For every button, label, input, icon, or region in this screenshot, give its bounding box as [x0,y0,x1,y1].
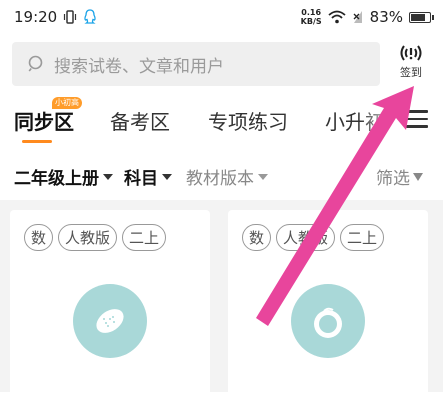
screen-filter-button[interactable]: 筛选 [376,164,423,189]
vibrate-icon [64,10,77,24]
tab-badge: 小初高 [52,97,82,109]
tab-special-practice[interactable]: 专项练习 [208,106,288,135]
subject-filter[interactable]: 科目 [124,164,172,189]
search-row: 搜索试卷、文章和用户 签到 [0,36,443,96]
status-bar: 19:20 0.16 KB/S 83% [0,0,443,34]
card-tags: 数 人教版 二上 [242,224,385,251]
battery-icon [409,11,434,23]
edition-filter[interactable]: 教材版本 [186,164,268,189]
ring-icon [314,307,342,338]
search-icon [28,55,43,72]
battery-percent: 83% [369,8,403,26]
tab-exam-prep[interactable]: 备考区 [110,106,170,135]
search-input[interactable]: 搜索试卷、文章和用户 [12,42,380,86]
category-tabs: 同步区 小初高 备考区 专项练习 小升初 [0,96,443,146]
tab-scroll-fade [360,96,406,146]
signin-label: 签到 [400,66,422,79]
grade-filter[interactable]: 二年级上册 [14,164,113,189]
chevron-down-icon [103,173,113,180]
resource-card[interactable]: 数 人教版 二上 [228,210,428,400]
grade-tag: 二上 [340,224,385,251]
status-time: 19:20 [14,8,58,26]
search-placeholder: 搜索试卷、文章和用户 [54,56,224,77]
tab-sync-zone[interactable]: 同步区 [14,106,74,135]
chevron-down-icon [258,173,268,180]
filter-bar: 二年级上册 科目 教材版本 筛选 [0,152,443,198]
content-area: 数 人教版 二上 数 人教版 二上 [0,200,443,400]
signin-button[interactable]: 签到 [386,44,436,90]
cover-disc [73,284,147,358]
edition-tag: 人教版 [276,224,336,251]
grade-tag: 二上 [122,224,167,251]
battery-fill [411,13,425,21]
no-sim-icon [353,11,362,23]
resource-card[interactable]: 数 人教版 二上 [10,210,210,400]
cover-disc [291,284,365,358]
card-tags: 数 人教版 二上 [24,224,167,251]
edition-tag: 人教版 [58,224,118,251]
active-tab-indicator [22,140,52,143]
subject-tag: 数 [242,224,272,251]
net-speed: 0.16 KB/S [300,8,322,26]
qq-icon [84,9,96,24]
subject-tag: 数 [24,224,54,251]
broadcast-icon [400,45,422,61]
chevron-down-icon [162,173,172,180]
leaf-icon [96,309,124,333]
funnel-icon [413,172,423,181]
wifi-icon [328,10,346,24]
menu-icon[interactable] [406,110,428,128]
